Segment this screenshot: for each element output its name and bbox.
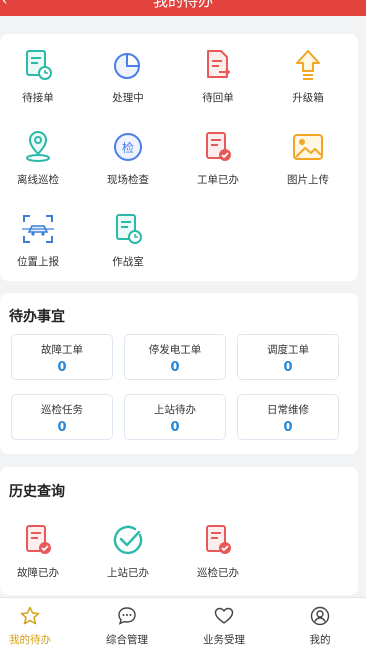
history-fault-done[interactable]: 故障已办 [0, 523, 78, 580]
bottom-tab-bar: 我的待办 综合管理 业务受理 我的 [0, 597, 366, 659]
chat-bubble-icon [118, 607, 136, 625]
location-pin-icon [26, 131, 50, 162]
scan-car-icon [22, 215, 54, 243]
quick-actions-card: 待接单 处理中 待回单 升级箱 离线巡检 检 现场检查 工单已办 图片上传 位置… [0, 34, 358, 281]
page-title: 我的待办 [152, 0, 213, 10]
stat-label: 调度工单 [267, 344, 309, 356]
action-upgrade-box[interactable]: 升级箱 [268, 48, 348, 105]
action-image-upload[interactable]: 图片上传 [268, 130, 348, 187]
action-site-inspection[interactable]: 检 现场检查 [88, 130, 168, 187]
stat-power-order[interactable]: 停发电工单 0 [124, 334, 226, 380]
action-war-room[interactable]: 作战室 [88, 212, 168, 269]
star-icon [20, 606, 40, 625]
stat-value: 0 [170, 420, 180, 435]
stat-label: 上站待办 [154, 404, 196, 416]
tab-mine[interactable]: 我的 [280, 606, 360, 647]
tab-label: 我的 [309, 634, 331, 646]
action-label: 离线巡检 [17, 174, 59, 186]
section-title: 待办事宜 [9, 309, 65, 325]
history-label: 巡检已办 [197, 567, 239, 579]
stat-label: 停发电工单 [148, 344, 202, 356]
stat-label: 日常维修 [267, 404, 309, 416]
heart-icon [214, 607, 234, 624]
history-label: 上站已办 [107, 567, 149, 579]
action-label: 工单已办 [197, 174, 239, 186]
inspection-done-icon [206, 525, 231, 554]
tab-business[interactable]: 业务受理 [184, 606, 264, 647]
action-label: 待接单 [22, 92, 54, 104]
stat-value: 0 [57, 360, 67, 375]
tab-label: 业务受理 [203, 634, 245, 646]
action-return-order[interactable]: 待回单 [178, 48, 258, 105]
war-room-icon [116, 214, 142, 244]
fault-done-icon [26, 525, 51, 554]
history-site-done[interactable]: 上站已办 [88, 523, 168, 580]
tab-label: 综合管理 [106, 634, 148, 646]
action-order-done[interactable]: 工单已办 [178, 130, 258, 187]
return-order-icon [207, 50, 231, 78]
stat-site-todo[interactable]: 上站待办 0 [124, 394, 226, 440]
section-title: 历史查询 [9, 484, 65, 500]
stat-daily-repair[interactable]: 日常维修 0 [237, 394, 339, 440]
stat-value: 0 [283, 420, 293, 435]
action-label: 待回单 [202, 92, 234, 104]
action-pending-order[interactable]: 待接单 [0, 48, 78, 105]
todo-card: 待办事宜 故障工单 0 停发电工单 0 调度工单 0 巡检任务 0 上站待办 0… [0, 293, 358, 454]
stat-label: 故障工单 [41, 344, 83, 356]
tab-my-todo[interactable]: 我的待办 [0, 606, 70, 647]
history-card: 历史查询 故障已办 上站已办 巡检已办 [0, 467, 358, 595]
upgrade-arrow-icon [296, 50, 320, 80]
action-label: 图片上传 [287, 174, 329, 186]
tab-management[interactable]: 综合管理 [87, 606, 167, 647]
history-label: 故障已办 [17, 567, 59, 579]
action-label: 处理中 [112, 92, 144, 104]
stat-label: 巡检任务 [41, 404, 83, 416]
history-inspection-done[interactable]: 巡检已办 [178, 523, 258, 580]
action-label: 升级箱 [292, 92, 324, 104]
svg-text:检: 检 [122, 140, 134, 155]
top-bar: ‹ 我的待办 [0, 0, 366, 16]
action-processing[interactable]: 处理中 [88, 48, 168, 105]
stat-value: 0 [170, 360, 180, 375]
pending-order-icon [26, 50, 52, 80]
stat-dispatch-order[interactable]: 调度工单 0 [237, 334, 339, 380]
order-done-icon [206, 132, 231, 161]
action-label: 现场检查 [107, 174, 149, 186]
stat-value: 0 [283, 360, 293, 375]
tab-label: 我的待办 [9, 634, 51, 646]
pie-chart-icon [114, 53, 140, 79]
check-circle-icon [113, 525, 143, 555]
inspection-badge-icon: 检 [114, 133, 142, 161]
stat-value: 0 [57, 420, 67, 435]
action-label: 位置上报 [17, 256, 59, 268]
action-offline-inspection[interactable]: 离线巡检 [0, 130, 78, 187]
image-upload-icon [293, 134, 323, 160]
stat-fault-order[interactable]: 故障工单 0 [11, 334, 113, 380]
action-label: 作战室 [112, 256, 144, 268]
action-location-report[interactable]: 位置上报 [0, 212, 78, 269]
stat-inspection-task[interactable]: 巡检任务 0 [11, 394, 113, 440]
user-icon [310, 606, 330, 626]
